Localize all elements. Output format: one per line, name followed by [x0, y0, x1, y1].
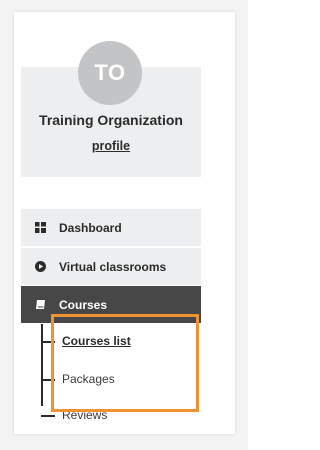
tree-connector — [41, 324, 43, 406]
organization-avatar: TO — [78, 41, 142, 105]
nav-item-label: Dashboard — [59, 220, 122, 235]
nav-item-label: Virtual classrooms — [59, 259, 167, 274]
grid-icon — [35, 222, 46, 233]
tree-connector-tick — [41, 415, 55, 417]
highlight-box — [51, 314, 199, 412]
profile-link[interactable]: profile — [21, 139, 201, 153]
play-circle-icon — [35, 261, 46, 272]
book-icon — [35, 299, 46, 310]
nav-item-label: Courses — [59, 297, 108, 312]
organization-name: Training Organization — [39, 112, 183, 128]
nav-item-virtual-classrooms[interactable]: Virtual classrooms — [21, 248, 201, 285]
nav-item-dashboard[interactable]: Dashboard — [21, 209, 201, 246]
